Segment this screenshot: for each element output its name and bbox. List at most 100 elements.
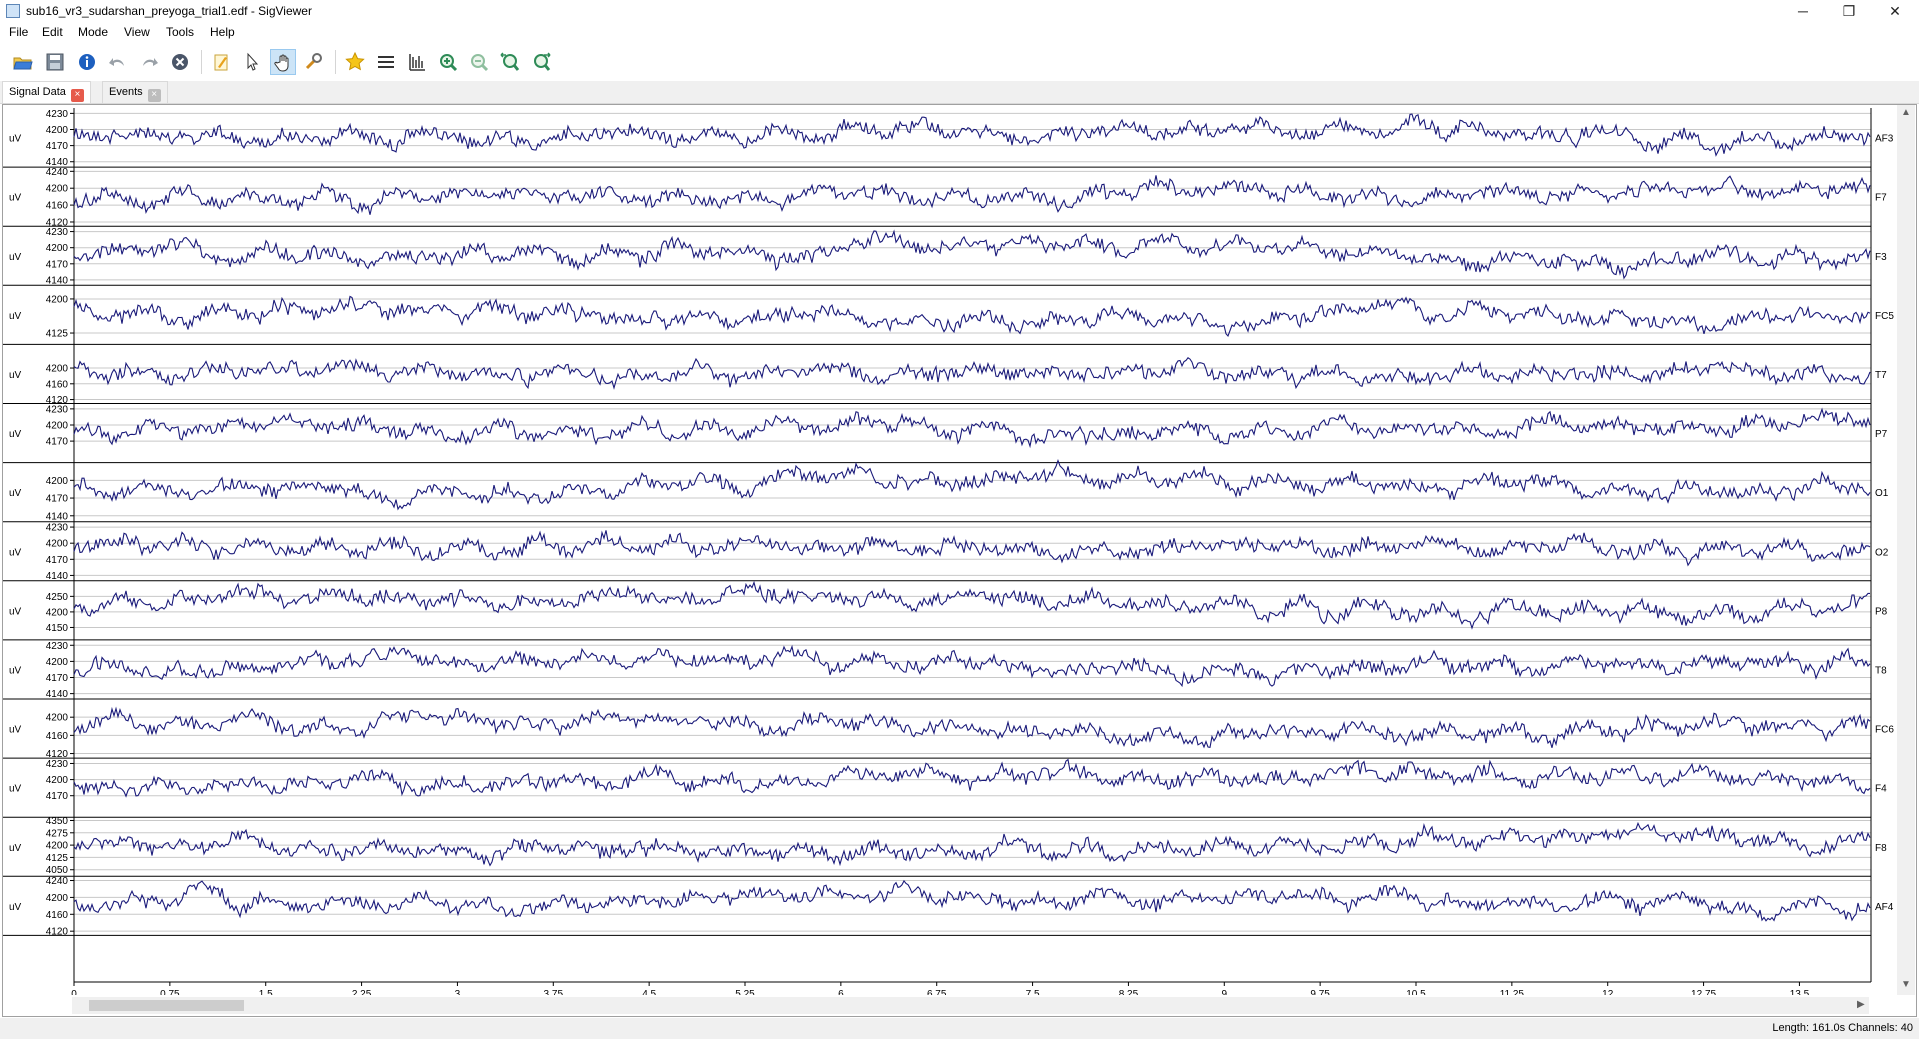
save-icon[interactable] xyxy=(42,49,68,75)
menu-view[interactable]: View xyxy=(124,25,150,39)
menu-bar: File Edit Mode View Tools Help xyxy=(0,22,1919,42)
y-tick-label: 4230 xyxy=(46,523,69,534)
minimize-button[interactable]: ─ xyxy=(1780,0,1826,22)
close-file-icon[interactable] xyxy=(167,49,193,75)
y-tick-label: 4200 xyxy=(46,184,69,195)
hand-mode-icon[interactable] xyxy=(270,49,296,75)
y-tick-label: 4200 xyxy=(46,420,69,431)
x-tick-label: 9.75 xyxy=(1310,989,1330,995)
y-tick-label: 4140 xyxy=(46,689,69,700)
y-tick-label: 4170 xyxy=(46,791,69,802)
y-tick-label: 4160 xyxy=(46,379,69,390)
channel-label: F7 xyxy=(1875,193,1887,204)
unit-label: uV xyxy=(9,902,22,913)
y-tick-label: 4200 xyxy=(46,476,69,487)
y-tick-label: 4200 xyxy=(46,243,69,254)
x-tick-label: 12.75 xyxy=(1691,989,1716,995)
zoom-out-horizontal-icon[interactable] xyxy=(528,49,554,75)
x-tick-label: 5.25 xyxy=(735,989,755,995)
y-tick-label: 4140 xyxy=(46,571,69,582)
restore-button[interactable]: ❐ xyxy=(1826,0,1872,22)
channel-label: F8 xyxy=(1875,843,1887,854)
y-tick-label: 4200 xyxy=(46,713,69,724)
menu-help[interactable]: Help xyxy=(210,25,235,39)
y-tick-label: 4125 xyxy=(46,853,69,864)
horizontal-scrollbar[interactable] xyxy=(72,997,1869,1014)
close-icon[interactable]: × xyxy=(147,89,161,102)
trace-f4 xyxy=(73,758,1871,798)
menu-mode[interactable]: Mode xyxy=(78,25,108,39)
trace-f3 xyxy=(73,229,1871,280)
y-tick-label: 4200 xyxy=(46,841,69,852)
unit-label: uV xyxy=(9,429,22,440)
zoom-out-vertical-icon[interactable] xyxy=(466,49,492,75)
tab-signal-data[interactable]: Signal Data × xyxy=(2,81,91,103)
y-tick-label: 4230 xyxy=(46,227,69,238)
unit-label: uV xyxy=(9,311,22,322)
y-tick-label: 4230 xyxy=(46,641,69,652)
toolbar xyxy=(0,44,1919,80)
vertical-scrollbar[interactable]: ▲ ▼ xyxy=(1897,105,1915,995)
new-event-mode-icon[interactable] xyxy=(208,49,234,75)
redo-icon[interactable] xyxy=(136,49,162,75)
channel-label: FC5 xyxy=(1875,311,1894,322)
x-tick-label: 6.75 xyxy=(927,989,947,995)
unit-label: uV xyxy=(9,134,22,145)
pointer-mode-icon[interactable] xyxy=(239,49,265,75)
trace-f7 xyxy=(73,175,1871,215)
signal-plot[interactable]: 4230 4200 4170 4140 uV AF3 4240 4200 4160 4120 uV F… xyxy=(3,105,1897,995)
y-tick-label: 4250 xyxy=(46,592,69,603)
y-tick-label: 4350 xyxy=(46,816,69,827)
channel-label: O2 xyxy=(1875,547,1889,558)
trace-p8 xyxy=(73,580,1870,630)
y-tick-label: 4170 xyxy=(46,673,69,684)
y-tick-label: 4200 xyxy=(46,657,69,668)
events-star-icon[interactable] xyxy=(342,49,368,75)
close-icon[interactable]: × xyxy=(70,89,84,102)
y-tick-label: 4140 xyxy=(46,511,69,522)
channel-label: O1 xyxy=(1875,488,1889,499)
channel-label: P8 xyxy=(1875,606,1888,617)
zoom-in-vertical-icon[interactable] xyxy=(435,49,461,75)
menu-file[interactable]: File xyxy=(9,25,28,39)
open-icon[interactable] xyxy=(10,49,36,75)
unit-label: uV xyxy=(9,665,22,676)
scroll-right-icon[interactable]: ▶ xyxy=(1857,999,1865,1010)
view-options-icon[interactable] xyxy=(301,49,327,75)
menu-edit[interactable]: Edit xyxy=(42,25,63,39)
channel-label: FC6 xyxy=(1875,725,1894,736)
y-tick-label: 4160 xyxy=(46,201,69,212)
y-tick-label: 4200 xyxy=(46,539,69,550)
trace-o2 xyxy=(73,530,1871,567)
scroll-down-icon[interactable]: ▼ xyxy=(1901,979,1911,990)
horizontal-scroll-thumb[interactable] xyxy=(89,1000,244,1011)
x-tick-label: 9 xyxy=(1222,989,1228,995)
zoom-in-horizontal-icon[interactable] xyxy=(497,49,523,75)
trace-o1 xyxy=(73,458,1871,511)
channel-label: AF4 xyxy=(1875,902,1894,913)
x-tick-label: 0.75 xyxy=(160,989,180,995)
scale-icon[interactable] xyxy=(404,49,430,75)
undo-icon[interactable] xyxy=(105,49,131,75)
x-tick-label: 8.25 xyxy=(1119,989,1139,995)
unit-label: uV xyxy=(9,193,22,204)
scroll-up-icon[interactable]: ▲ xyxy=(1901,107,1911,118)
tab-signal-data-label: Signal Data xyxy=(9,86,66,98)
unit-label: uV xyxy=(9,488,22,499)
app-icon xyxy=(6,4,20,18)
menu-tools[interactable]: Tools xyxy=(166,25,194,39)
info-icon[interactable] xyxy=(74,49,100,75)
tab-events-label: Events xyxy=(109,86,143,98)
y-tick-label: 4230 xyxy=(46,759,69,770)
y-tick-label: 4150 xyxy=(46,623,69,634)
trace-fc6 xyxy=(73,706,1871,749)
y-tick-label: 4170 xyxy=(46,141,69,152)
tab-events[interactable]: Events × xyxy=(102,81,168,103)
channels-icon[interactable] xyxy=(373,49,399,75)
y-tick-label: 4200 xyxy=(46,294,69,305)
x-tick-label: 12 xyxy=(1602,989,1614,995)
x-tick-label: 11.25 xyxy=(1500,989,1525,995)
x-tick-label: 10.5 xyxy=(1406,989,1426,995)
close-button[interactable]: ✕ xyxy=(1872,0,1918,22)
status-bar: Length: 161.0s Channels: 40 xyxy=(0,1018,1919,1039)
